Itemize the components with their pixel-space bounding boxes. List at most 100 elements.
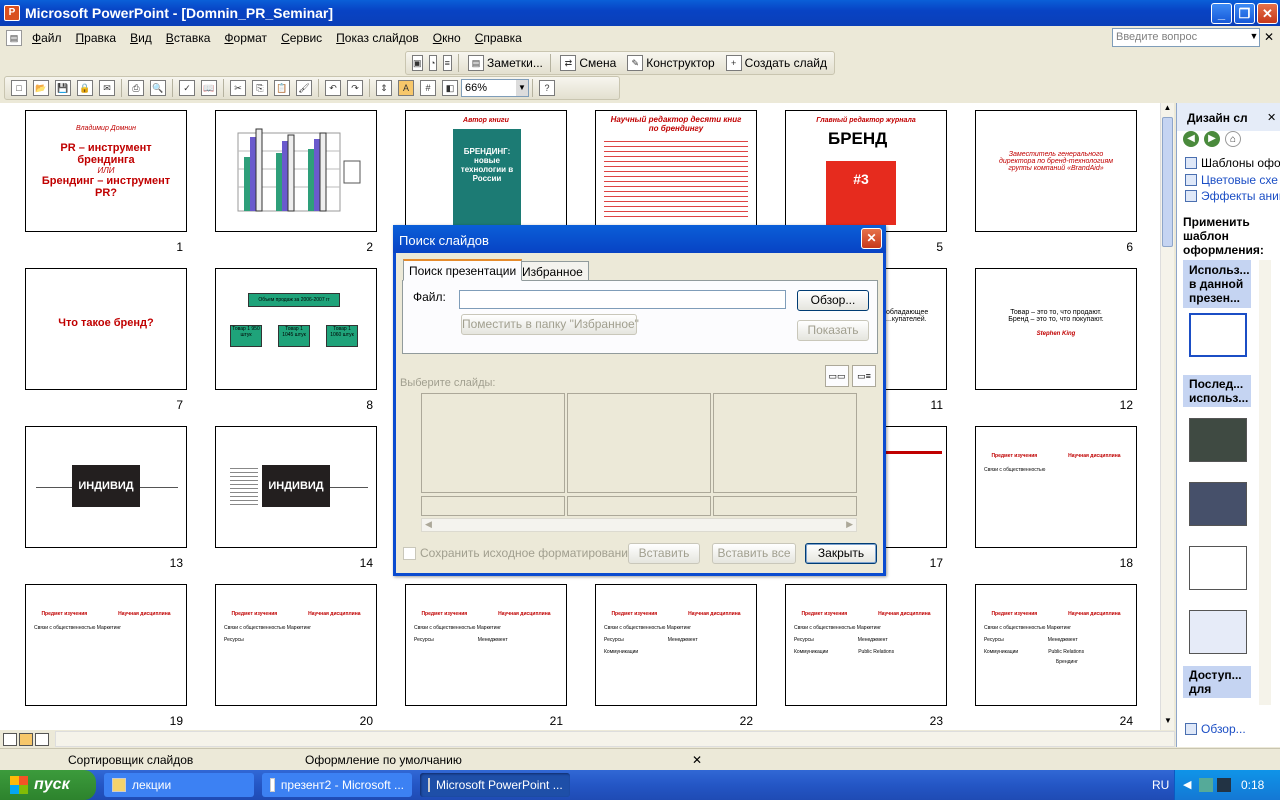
redo-icon[interactable]: ↷ xyxy=(347,80,363,96)
menu-slideshow[interactable]: Показ слайдов xyxy=(329,31,426,45)
spelling-icon[interactable]: ✓ xyxy=(179,80,195,96)
back-icon[interactable]: ◀ xyxy=(1183,131,1199,147)
normal-view-icon[interactable] xyxy=(3,732,17,746)
insert-all-button[interactable]: Вставить все xyxy=(712,543,796,564)
slide-thumbnail-5[interactable]: Главный редактор журнала БРЕНД #3 xyxy=(785,110,947,232)
menu-insert[interactable]: Вставка xyxy=(159,31,218,45)
open-icon[interactable]: 📂 xyxy=(33,80,49,96)
close-window-button[interactable]: ✕ xyxy=(1257,2,1278,24)
forward-icon[interactable]: ▶ xyxy=(1204,131,1220,147)
keep-format-checkbox[interactable] xyxy=(403,547,416,560)
view-large-icons-icon[interactable]: ▭▭ xyxy=(825,365,849,387)
show-formatting-icon[interactable]: A xyxy=(398,80,414,96)
slide-thumbnail-7[interactable]: Что такое бренд? xyxy=(25,268,187,390)
slide-thumbnail-12[interactable]: Товар – это то, что продают. Бренд – это… xyxy=(975,268,1137,390)
slide-thumbnail-18[interactable]: Предмет изучения Научная дисциплина Связи… xyxy=(975,426,1137,548)
menu-format[interactable]: Формат xyxy=(217,31,274,45)
paste-icon[interactable]: 📋 xyxy=(274,80,290,96)
show-button[interactable]: Показать xyxy=(797,320,869,341)
slide-thumbnail-14[interactable]: ИНДИВИД xyxy=(215,426,377,548)
slide-sorter-view-icon[interactable] xyxy=(19,732,33,746)
slide-thumbnail-6[interactable]: Заместитель генерального директора по бр… xyxy=(975,110,1137,232)
slide-thumbnail-1[interactable]: Владимир Домнин PR – инструмент брендинг… xyxy=(25,110,187,232)
template-thumb-2[interactable] xyxy=(1189,418,1247,462)
powerpoint-app-icon[interactable]: P xyxy=(4,5,20,21)
notes-button[interactable]: ▤ Заметки... xyxy=(461,53,547,73)
restore-button[interactable]: ❐ xyxy=(1234,2,1255,24)
task-powerpoint[interactable]: Microsoft PowerPoint ... xyxy=(420,773,570,797)
slide-thumbnail-22[interactable]: Предмет изучения Научная дисциплина Связи… xyxy=(595,584,757,706)
new-icon[interactable]: □ xyxy=(11,80,27,96)
slide-preview-cell[interactable] xyxy=(421,393,565,493)
slideshow-view-icon[interactable] xyxy=(35,732,49,746)
slide-preview-cell[interactable] xyxy=(713,393,857,493)
animation-effects-link[interactable]: Эффекты аним xyxy=(1185,189,1280,203)
spelling-status-icon[interactable]: ✕ xyxy=(692,753,702,767)
slide-thumbnail-4[interactable]: Научный редактор десяти книг по брендинг… xyxy=(595,110,757,232)
slide-thumbnail-20[interactable]: Предмет изучения Научная дисциплина Связи… xyxy=(215,584,377,706)
templates-link[interactable]: Шаблоны офо xyxy=(1185,156,1280,170)
print-icon[interactable]: ⎙ xyxy=(128,80,144,96)
slide-thumbnail-13[interactable]: ИНДИВИД xyxy=(25,426,187,548)
preview-icon[interactable]: 🔍 xyxy=(150,80,166,96)
dialog-close-button[interactable]: ✕ xyxy=(861,228,882,249)
designer-button[interactable]: ✎ Конструктор xyxy=(620,53,718,73)
scroll-right-icon[interactable]: ▶ xyxy=(846,519,853,530)
menu-window[interactable]: Окно xyxy=(426,31,468,45)
slide-thumbnail-3[interactable]: Автор книги БРЕНДИНГ: новые технологии в… xyxy=(405,110,567,232)
grid-icon[interactable]: # xyxy=(420,80,436,96)
task-present2[interactable]: презент2 - Microsoft ... xyxy=(262,773,412,797)
task-lectures[interactable]: лекции xyxy=(104,773,254,797)
undo-icon[interactable]: ↶ xyxy=(325,80,341,96)
template-thumb-3[interactable] xyxy=(1189,482,1247,526)
view-titles-icon[interactable]: ▭≡ xyxy=(852,365,876,387)
task-pane-scrollbar[interactable] xyxy=(1259,260,1271,705)
slide-thumbnail-19[interactable]: Предмет изучения Научная дисциплина Связи… xyxy=(25,584,187,706)
menu-view[interactable]: Вид xyxy=(123,31,159,45)
scroll-down-icon[interactable]: ▼ xyxy=(1161,716,1175,730)
tray-arrow-icon[interactable]: ◀ xyxy=(1183,778,1191,791)
horizontal-scrollbar[interactable] xyxy=(55,731,1175,747)
rehearse-icon[interactable]: ◔ xyxy=(428,55,438,71)
slide-preview-cell[interactable] xyxy=(567,393,711,493)
tray-monitor-icon[interactable] xyxy=(1217,778,1231,792)
template-thumb-default[interactable] xyxy=(1189,313,1247,357)
slide-thumbnail-2[interactable] xyxy=(215,110,377,232)
hide-slide-icon[interactable]: ▣ xyxy=(412,55,423,71)
template-thumb-4[interactable] xyxy=(1189,546,1247,590)
tab-favorites[interactable]: Избранное xyxy=(516,261,589,281)
template-thumb-5[interactable] xyxy=(1189,610,1247,654)
close-dialog-button[interactable]: Закрыть xyxy=(805,543,877,564)
browse-templates-link[interactable]: Обзор... xyxy=(1185,722,1246,736)
scroll-left-icon[interactable]: ◀ xyxy=(425,519,432,530)
slides-horizontal-scrollbar[interactable]: ◀ ▶ xyxy=(421,518,857,532)
slide-thumbnail-23[interactable]: Предмет изучения Научная дисциплина Связи… xyxy=(785,584,947,706)
file-path-input[interactable] xyxy=(459,290,786,309)
copy-icon[interactable]: ⎘ xyxy=(252,80,268,96)
format-painter-icon[interactable]: 🖌 xyxy=(296,80,312,96)
save-icon[interactable]: 💾 xyxy=(55,80,71,96)
add-to-favorites-button[interactable]: Поместить в папку "Избранное" xyxy=(461,314,639,335)
doc-close-icon[interactable]: ✕ xyxy=(1264,30,1274,44)
permission-icon[interactable]: 🔒 xyxy=(77,80,93,96)
slide-thumbnail-24[interactable]: Предмет изучения Научная дисциплина Связи… xyxy=(975,584,1137,706)
start-button[interactable]: пуск xyxy=(0,770,96,800)
task-pane-close-icon[interactable]: ✕ xyxy=(1267,111,1276,124)
tray-app-icon[interactable] xyxy=(1199,778,1213,792)
research-icon[interactable]: 📖 xyxy=(201,80,217,96)
cut-icon[interactable]: ✂ xyxy=(230,80,246,96)
transition-button[interactable]: ⇄ Смена xyxy=(553,53,620,73)
menu-file[interactable]: Файл xyxy=(25,31,69,45)
home-icon[interactable]: ⌂ xyxy=(1225,131,1241,147)
summary-icon[interactable]: ≡ xyxy=(443,55,452,71)
new-slide-button[interactable]: + Создать слайд xyxy=(719,53,831,73)
menu-tools[interactable]: Сервис xyxy=(274,31,329,45)
scroll-up-icon[interactable]: ▲ xyxy=(1161,103,1174,117)
minimize-button[interactable]: _ xyxy=(1211,2,1232,24)
color-schemes-link[interactable]: Цветовые схе xyxy=(1185,173,1278,187)
language-indicator[interactable]: RU xyxy=(1152,778,1169,792)
browse-button[interactable]: Обзор... xyxy=(797,290,869,311)
zoom-select[interactable]: 66% ▼ xyxy=(461,79,529,97)
slide-thumbnail-21[interactable]: Предмет изучения Научная дисциплина Связи… xyxy=(405,584,567,706)
tab-find-presentation[interactable]: Поиск презентации xyxy=(403,259,523,281)
